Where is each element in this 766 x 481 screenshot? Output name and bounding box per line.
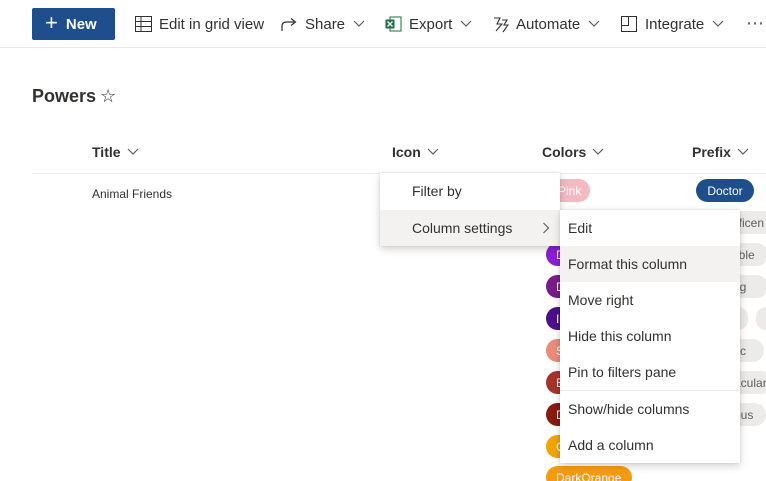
- menu-item-show-hide-columns[interactable]: Show/hide columns: [560, 391, 740, 427]
- export-button[interactable]: Export: [384, 8, 472, 40]
- grid-icon: [134, 15, 152, 33]
- page-title: Powers: [32, 86, 97, 106]
- column-context-menu: Filter by Column settings: [380, 173, 560, 246]
- export-chevron-down-icon: [460, 20, 472, 27]
- integrate-label: Integrate: [645, 15, 705, 33]
- row-title-cell[interactable]: Animal Friends: [92, 187, 172, 201]
- menu-item-pin-to-filters-pane[interactable]: Pin to filters pane: [560, 354, 740, 390]
- menu-item-move-right[interactable]: Move right: [560, 282, 740, 318]
- column-settings-submenu: Edit Format this column Move right Hide …: [560, 210, 740, 463]
- export-label: Export: [409, 15, 453, 33]
- column-header-colors[interactable]: Colors: [542, 144, 604, 160]
- column-header-prefix-label: Prefix: [692, 144, 731, 160]
- favorite-star-icon[interactable]: ☆: [100, 86, 116, 107]
- automate-label: Automate: [516, 15, 581, 33]
- new-button-label: New: [65, 15, 97, 33]
- menu-item-add-a-column[interactable]: Add a column: [560, 427, 740, 463]
- new-button[interactable]: + New: [32, 8, 115, 40]
- menu-item-column-settings-label: Column settings: [412, 220, 513, 236]
- column-header-colors-label: Colors: [542, 144, 587, 160]
- chevron-down-icon: [127, 148, 138, 155]
- automate-icon: [491, 15, 509, 33]
- chevron-down-icon: [592, 148, 604, 155]
- chevron-down-icon: [737, 148, 749, 155]
- excel-icon: [384, 15, 402, 33]
- share-button[interactable]: Share: [280, 8, 365, 40]
- column-header-icon-label: Icon: [392, 144, 421, 160]
- menu-item-format-this-column[interactable]: Format this column: [560, 246, 740, 282]
- command-bar: + New Edit in grid view Share Export Aut…: [0, 0, 766, 48]
- share-icon: [280, 15, 298, 33]
- automate-chevron-down-icon: [588, 20, 600, 27]
- column-header-prefix[interactable]: Prefix: [692, 144, 749, 160]
- more-options-icon[interactable]: ⋯: [746, 13, 765, 34]
- plus-icon: +: [45, 10, 58, 35]
- integrate-button[interactable]: Integrate: [620, 8, 724, 40]
- chevron-right-icon: [543, 222, 550, 234]
- menu-item-hide-this-column[interactable]: Hide this column: [560, 318, 740, 354]
- column-header-title-label: Title: [92, 144, 121, 160]
- edit-in-grid-view-button[interactable]: Edit in grid view: [134, 8, 264, 40]
- share-label: Share: [305, 15, 346, 33]
- column-header-title[interactable]: Title: [92, 144, 139, 160]
- share-chevron-down-icon: [353, 20, 365, 27]
- integrate-icon: [620, 15, 638, 33]
- menu-item-column-settings[interactable]: Column settings: [380, 210, 560, 246]
- automate-button[interactable]: Automate: [491, 8, 600, 40]
- prefix-pill: [756, 307, 766, 330]
- chevron-down-icon: [427, 148, 439, 155]
- column-header-icon[interactable]: Icon: [392, 144, 439, 160]
- color-pill: DarkOrange: [546, 466, 632, 481]
- edit-in-grid-view-label: Edit in grid view: [159, 15, 265, 33]
- menu-item-edit[interactable]: Edit: [560, 210, 740, 246]
- menu-item-filter-by[interactable]: Filter by: [380, 173, 560, 209]
- prefix-pill: Doctor: [696, 179, 754, 202]
- integrate-chevron-down-icon: [712, 20, 724, 27]
